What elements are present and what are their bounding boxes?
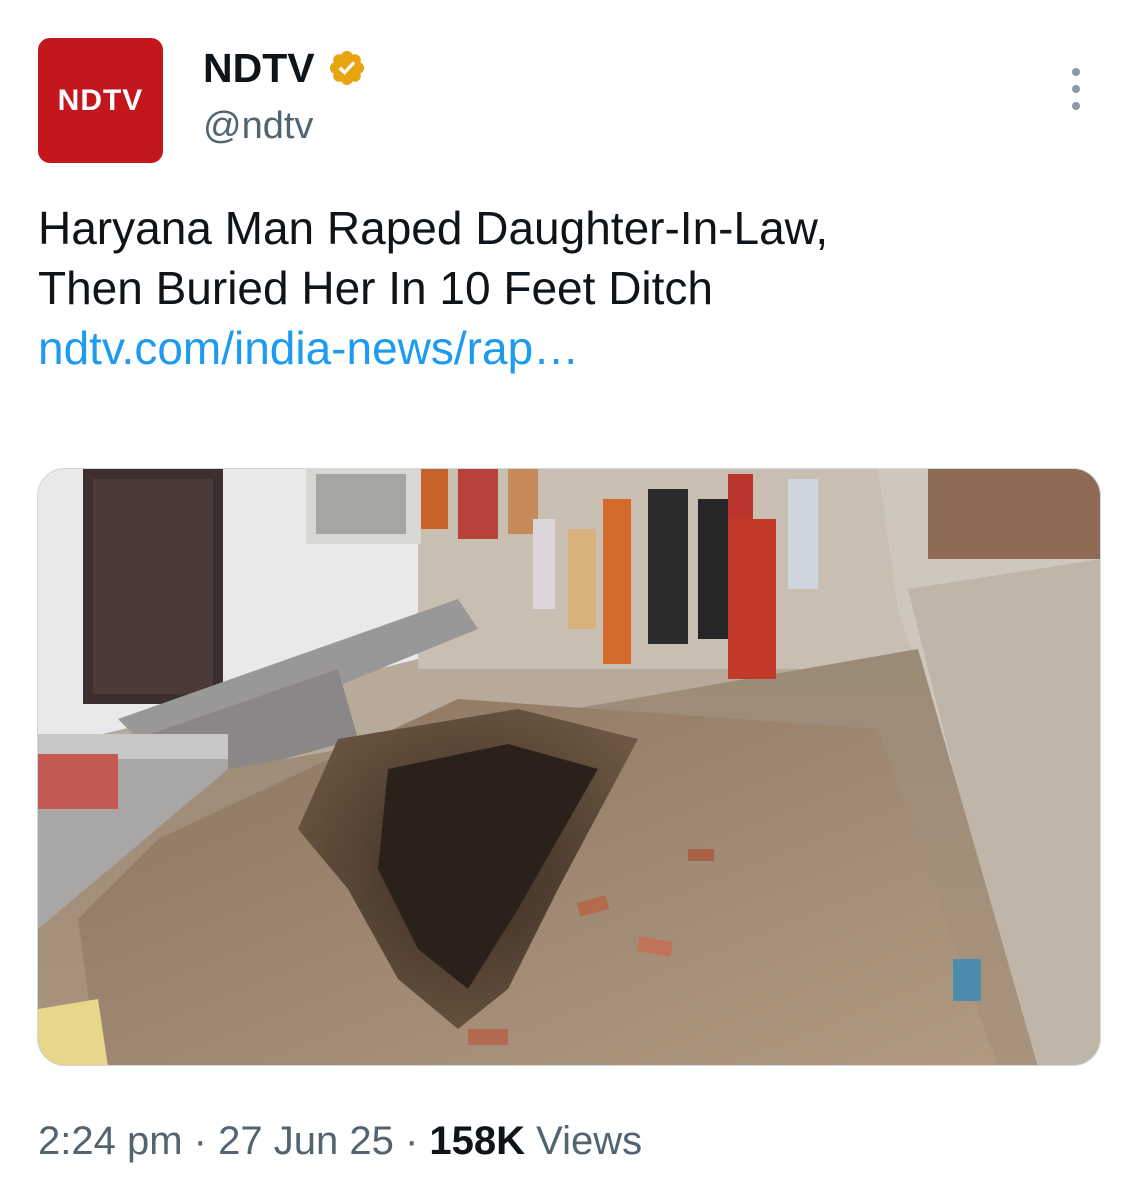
street-ditch-photo: [38, 469, 1100, 1065]
tweet-meta: 2:24 pm · 27 Jun 25 · 158K Views: [38, 1116, 642, 1166]
meta-separator: ·: [193, 1119, 207, 1163]
more-options-icon[interactable]: [1056, 64, 1096, 114]
avatar-logo-text: NDTV: [57, 83, 144, 117]
display-name[interactable]: NDTV: [203, 44, 315, 92]
tweet-text-line: Haryana Man Raped Daughter-In-Law,: [38, 202, 829, 254]
tweet-photo[interactable]: [37, 468, 1101, 1066]
views-label: Views: [536, 1119, 643, 1163]
tweet-time[interactable]: 2:24 pm: [38, 1119, 183, 1163]
more-dot-icon: [1072, 68, 1080, 76]
meta-separator: ·: [404, 1119, 419, 1163]
more-dot-icon: [1072, 102, 1080, 110]
tweet-text: Haryana Man Raped Daughter-In-Law, Then …: [38, 198, 1098, 378]
verified-badge-icon[interactable]: [327, 48, 367, 88]
author-name-row: NDTV: [203, 44, 367, 92]
avatar[interactable]: NDTV: [38, 38, 163, 163]
views-count: 158K: [429, 1119, 526, 1163]
tweet-text-line: Then Buried Her In 10 Feet Ditch: [38, 262, 713, 314]
handle[interactable]: @ndtv: [203, 103, 313, 149]
tweet-link[interactable]: ndtv.com/india-news/rap…: [38, 318, 1098, 378]
tweet-date[interactable]: 27 Jun 25: [218, 1119, 394, 1163]
more-dot-icon: [1072, 85, 1080, 93]
